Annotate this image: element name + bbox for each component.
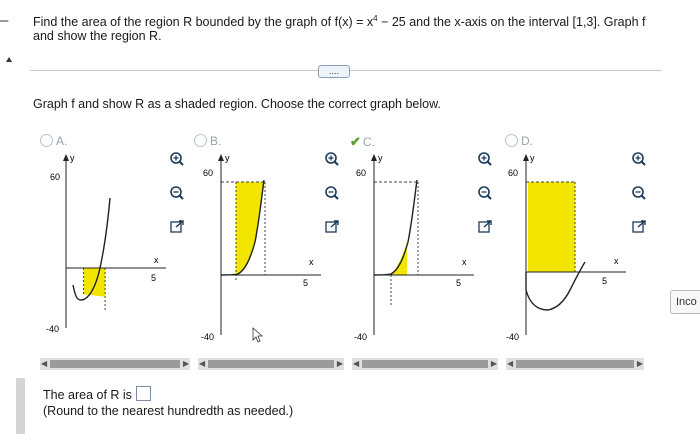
y-tick-bottom: -40	[201, 332, 214, 342]
graph-b-tools	[323, 150, 341, 235]
shaded-region	[83, 268, 106, 297]
y-tick-top: 60	[508, 168, 518, 178]
graph-a[interactable]: y 60 -40 x 5	[30, 150, 170, 350]
zoom-in-icon[interactable]	[168, 150, 186, 168]
mouse-cursor-icon	[252, 327, 264, 343]
zoom-in-icon[interactable]	[630, 150, 648, 168]
y-tick-top: 60	[203, 168, 213, 178]
x-tick: 5	[151, 273, 156, 283]
scroll-left-icon[interactable]: ◀	[507, 359, 513, 368]
graph-a-tools	[168, 150, 186, 235]
scroll-thumb[interactable]	[362, 360, 488, 368]
zoom-in-icon[interactable]	[476, 150, 494, 168]
vertical-scrollbar[interactable]	[16, 378, 25, 434]
scroll-right-icon[interactable]: ▶	[491, 359, 497, 368]
question-text: Find the area of the region R bounded by…	[33, 14, 646, 44]
y-axis-label: y	[225, 153, 230, 163]
graph-a-scrollbar[interactable]: ◀ ▶	[40, 358, 190, 370]
scroll-thumb[interactable]	[50, 360, 180, 368]
x-tick: 5	[303, 278, 308, 288]
more-button[interactable]: ....	[318, 65, 350, 78]
scroll-left-icon[interactable]: ◀	[353, 359, 359, 368]
graph-b-scrollbar[interactable]: ◀ ▶	[198, 358, 344, 370]
graph-d-scrollbar[interactable]: ◀ ▶	[506, 358, 644, 370]
scroll-thumb[interactable]	[516, 360, 634, 368]
zoom-out-icon[interactable]	[168, 184, 186, 202]
x-axis-label: x	[462, 257, 467, 267]
x-tick: 5	[456, 278, 461, 288]
graph-c-tools	[476, 150, 494, 235]
option-b[interactable]: B.	[194, 134, 221, 148]
shaded-region	[236, 182, 265, 275]
scroll-right-icon[interactable]: ▶	[637, 359, 643, 368]
side-panel-text: Inco	[676, 296, 697, 308]
zoom-out-icon[interactable]	[323, 184, 341, 202]
expand-arrow-icon[interactable]	[6, 57, 12, 62]
x-axis-label: x	[309, 257, 314, 267]
x-tick: 5	[602, 276, 607, 286]
external-link-icon[interactable]	[323, 218, 341, 236]
rounding-hint: (Round to the nearest hundredth as neede…	[43, 404, 294, 418]
shaded-region	[391, 242, 407, 275]
y-tick-top: 60	[50, 172, 60, 182]
option-c[interactable]: ✔ C.	[350, 134, 375, 150]
scroll-left-icon[interactable]: ◀	[41, 359, 47, 368]
collapse-dash[interactable]: –	[0, 12, 8, 29]
x-axis-label: x	[154, 255, 159, 265]
external-link-icon[interactable]	[476, 218, 494, 236]
y-tick-bottom: -40	[354, 332, 367, 342]
answer-label: The area of R is	[43, 388, 132, 402]
y-axis-label: y	[530, 153, 535, 163]
x-axis-label: x	[614, 256, 619, 266]
scroll-right-icon[interactable]: ▶	[183, 359, 189, 368]
scroll-right-icon[interactable]: ▶	[337, 359, 343, 368]
radio-icon[interactable]	[505, 134, 518, 147]
y-tick-top: 60	[356, 168, 366, 178]
graph-d-tools	[630, 150, 648, 235]
y-tick-bottom: -40	[46, 324, 59, 334]
graph-c-scrollbar[interactable]: ◀ ▶	[352, 358, 498, 370]
y-axis-label: y	[378, 153, 383, 163]
zoom-out-icon[interactable]	[630, 184, 648, 202]
graph-b[interactable]: y 60 -40 x 5	[185, 150, 325, 350]
external-link-icon[interactable]	[630, 218, 648, 236]
zoom-in-icon[interactable]	[323, 150, 341, 168]
scroll-thumb[interactable]	[208, 360, 334, 368]
zoom-out-icon[interactable]	[476, 184, 494, 202]
answer-input[interactable]	[135, 386, 151, 401]
option-d[interactable]: D.	[505, 134, 533, 148]
prompt-text: Graph f and show R as a shaded region. C…	[33, 97, 441, 111]
y-axis-label: y	[70, 153, 75, 163]
graph-d[interactable]: y 60 -40 x 5	[490, 150, 630, 350]
y-tick-bottom: -40	[506, 332, 519, 342]
external-link-icon[interactable]	[168, 218, 186, 236]
scroll-left-icon[interactable]: ◀	[199, 359, 205, 368]
option-a[interactable]: A.	[40, 134, 67, 148]
check-icon: ✔	[350, 134, 361, 149]
radio-icon[interactable]	[194, 134, 207, 147]
graph-c[interactable]: y 60 -40 x 5	[338, 150, 478, 350]
shaded-region	[528, 182, 575, 272]
radio-icon[interactable]	[40, 134, 53, 147]
answer-line: The area of R is	[43, 386, 151, 402]
